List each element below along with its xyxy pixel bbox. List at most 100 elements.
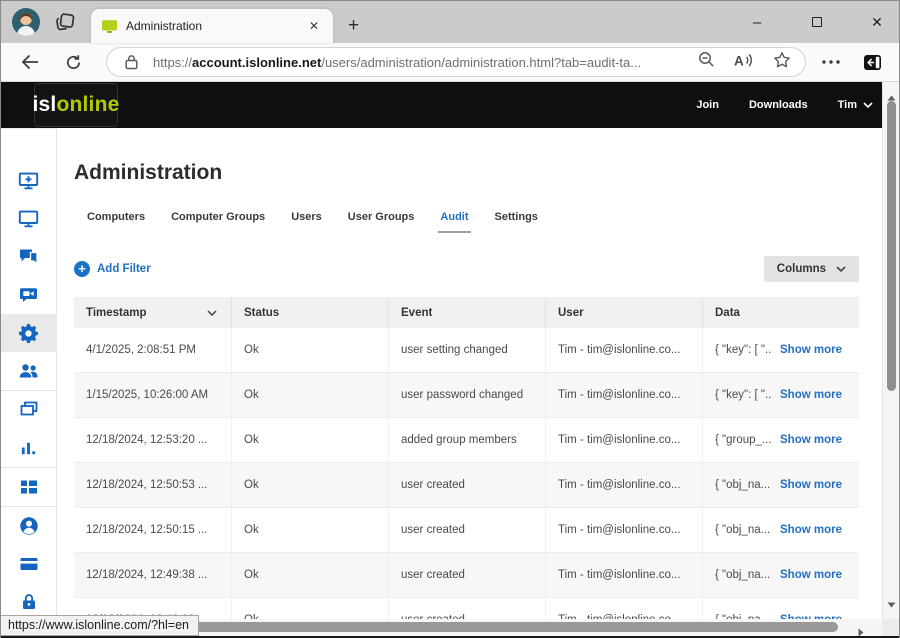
add-filter-button[interactable]: + Add Filter bbox=[74, 261, 151, 277]
server-blocks-icon bbox=[19, 477, 39, 497]
show-more-link[interactable]: Show more bbox=[780, 434, 842, 446]
header-status[interactable]: Status bbox=[231, 297, 388, 328]
cell-timestamp: 12/18/2024, 12:50:53 ... bbox=[74, 463, 231, 507]
cell-event: user password changed bbox=[388, 373, 545, 417]
workspaces-icon[interactable] bbox=[54, 12, 76, 38]
sidebar-item-reports[interactable] bbox=[1, 429, 57, 467]
user-menu[interactable]: Tim bbox=[838, 99, 873, 111]
cell-event: user created bbox=[388, 553, 545, 597]
minimize-button[interactable]: – bbox=[749, 14, 765, 31]
tab-users[interactable]: Users bbox=[278, 211, 335, 233]
cell-user: Tim - tim@islonline.co... bbox=[545, 553, 702, 597]
admin-tabs: Computers Computer Groups Users User Gro… bbox=[74, 211, 859, 233]
cell-user: Tim - tim@islonline.co... bbox=[545, 418, 702, 462]
cell-status: Ok bbox=[231, 553, 388, 597]
gear-icon bbox=[18, 323, 39, 344]
cell-event: user created bbox=[388, 508, 545, 552]
sidebar-item-billing[interactable] bbox=[1, 545, 57, 583]
tab-close-icon[interactable]: ✕ bbox=[305, 19, 323, 33]
browser-tab-administration[interactable]: Administration ✕ bbox=[91, 9, 333, 43]
video-bubble-icon bbox=[18, 285, 39, 305]
scroll-down-icon[interactable] bbox=[887, 595, 896, 613]
new-tab-button[interactable]: + bbox=[348, 16, 359, 36]
maximize-button[interactable] bbox=[809, 17, 825, 27]
svg-text:A: A bbox=[734, 53, 744, 68]
sidebar-item-video-chat[interactable] bbox=[1, 276, 57, 314]
header-user[interactable]: User bbox=[545, 297, 702, 328]
columns-button[interactable]: Columns bbox=[764, 256, 859, 282]
sidebar-item-chat[interactable] bbox=[1, 238, 57, 276]
refresh-icon[interactable] bbox=[65, 54, 82, 71]
people-icon bbox=[18, 361, 39, 381]
favorites-star-icon[interactable] bbox=[773, 51, 791, 73]
url-text: https://account.islonline.net/users/admi… bbox=[153, 55, 688, 70]
sidebar-item-users[interactable] bbox=[1, 352, 57, 390]
data-snippet: { "key": [ "... bbox=[715, 389, 772, 401]
navbar-link-downloads[interactable]: Downloads bbox=[749, 99, 808, 111]
cell-timestamp: 12/18/2024, 12:53:20 ... bbox=[74, 418, 231, 462]
tab-user-groups[interactable]: User Groups bbox=[335, 211, 428, 233]
header-event[interactable]: Event bbox=[388, 297, 545, 328]
tab-settings[interactable]: Settings bbox=[482, 211, 551, 233]
sidebar-item-new-session[interactable] bbox=[1, 162, 57, 200]
header-timestamp[interactable]: Timestamp bbox=[74, 297, 231, 328]
cascade-windows-icon bbox=[19, 400, 39, 420]
sidebar-toggle-icon[interactable] bbox=[863, 54, 882, 71]
page-title: Administration bbox=[74, 160, 859, 185]
cell-data: { "obj_na... Show more bbox=[702, 508, 859, 552]
close-button[interactable]: ✕ bbox=[869, 14, 885, 31]
table-row: 12/18/2024, 12:50:53 ... Ok user created… bbox=[74, 463, 859, 508]
cell-user: Tim - tim@islonline.co... bbox=[545, 463, 702, 507]
vertical-scrollbar[interactable] bbox=[882, 82, 899, 619]
back-icon[interactable] bbox=[21, 54, 39, 70]
chat-bubbles-icon bbox=[18, 247, 39, 267]
vertical-scroll-thumb[interactable] bbox=[887, 101, 896, 391]
sidebar-item-servers[interactable] bbox=[1, 468, 57, 506]
sidebar-item-computers[interactable] bbox=[1, 200, 57, 238]
tab-audit[interactable]: Audit bbox=[427, 211, 481, 233]
sidebar-item-account[interactable] bbox=[1, 507, 57, 545]
bar-chart-icon bbox=[19, 439, 38, 458]
horizontal-scroll-thumb[interactable] bbox=[96, 622, 838, 632]
address-bar[interactable]: https://account.islonline.net/users/admi… bbox=[106, 47, 806, 77]
page-viewport: islonline Join Downloads Tim bbox=[1, 82, 899, 638]
islonline-logo[interactable]: islonline bbox=[34, 83, 118, 127]
url-domain: account.islonline.net bbox=[192, 55, 321, 70]
lock-icon bbox=[19, 592, 39, 612]
cell-user: Tim - tim@islonline.co... bbox=[545, 328, 702, 372]
filter-row: + Add Filter Columns bbox=[74, 256, 859, 282]
cell-timestamp: 12/18/2024, 12:50:15 ... bbox=[74, 508, 231, 552]
cell-status: Ok bbox=[231, 373, 388, 417]
toolbar-right bbox=[822, 54, 882, 71]
header-data[interactable]: Data bbox=[702, 297, 859, 328]
sort-chevron-icon bbox=[207, 310, 217, 316]
cell-status: Ok bbox=[231, 463, 388, 507]
show-more-link[interactable]: Show more bbox=[780, 389, 842, 401]
tab-computer-groups[interactable]: Computer Groups bbox=[158, 211, 278, 233]
sidebar-item-administration[interactable] bbox=[1, 314, 57, 352]
cell-timestamp: 12/18/2024, 12:49:38 ... bbox=[74, 553, 231, 597]
islonline-favicon-icon bbox=[101, 19, 118, 34]
data-snippet: { "obj_na... bbox=[715, 524, 770, 536]
cell-data: { "key": [ "... Show more bbox=[702, 328, 859, 372]
settings-menu-icon[interactable] bbox=[822, 60, 840, 64]
person-circle-icon bbox=[19, 516, 39, 536]
show-more-link[interactable]: Show more bbox=[780, 479, 842, 491]
lock-icon[interactable] bbox=[125, 54, 138, 70]
tab-computers[interactable]: Computers bbox=[74, 211, 158, 233]
browser-profile-avatar[interactable] bbox=[12, 8, 40, 36]
zoom-out-icon[interactable] bbox=[698, 51, 715, 73]
show-more-link[interactable]: Show more bbox=[780, 524, 842, 536]
table-row: 12/18/2024, 12:53:20 ... Ok added group … bbox=[74, 418, 859, 463]
show-more-link[interactable]: Show more bbox=[780, 344, 842, 356]
plus-circle-icon: + bbox=[74, 261, 90, 277]
islonline-navbar: islonline Join Downloads Tim bbox=[1, 82, 899, 128]
table-header-row: Timestamp Status Event User Data bbox=[74, 297, 859, 328]
content-row: Administration Computers Computer Groups… bbox=[1, 128, 899, 638]
read-aloud-icon[interactable]: A bbox=[734, 52, 754, 73]
show-more-link[interactable]: Show more bbox=[780, 569, 842, 581]
browser-titlebar: Administration ✕ + – ✕ bbox=[1, 1, 899, 43]
navbar-link-join[interactable]: Join bbox=[696, 99, 719, 111]
sidebar-item-sessions[interactable] bbox=[1, 391, 57, 429]
maximize-icon bbox=[812, 17, 822, 27]
